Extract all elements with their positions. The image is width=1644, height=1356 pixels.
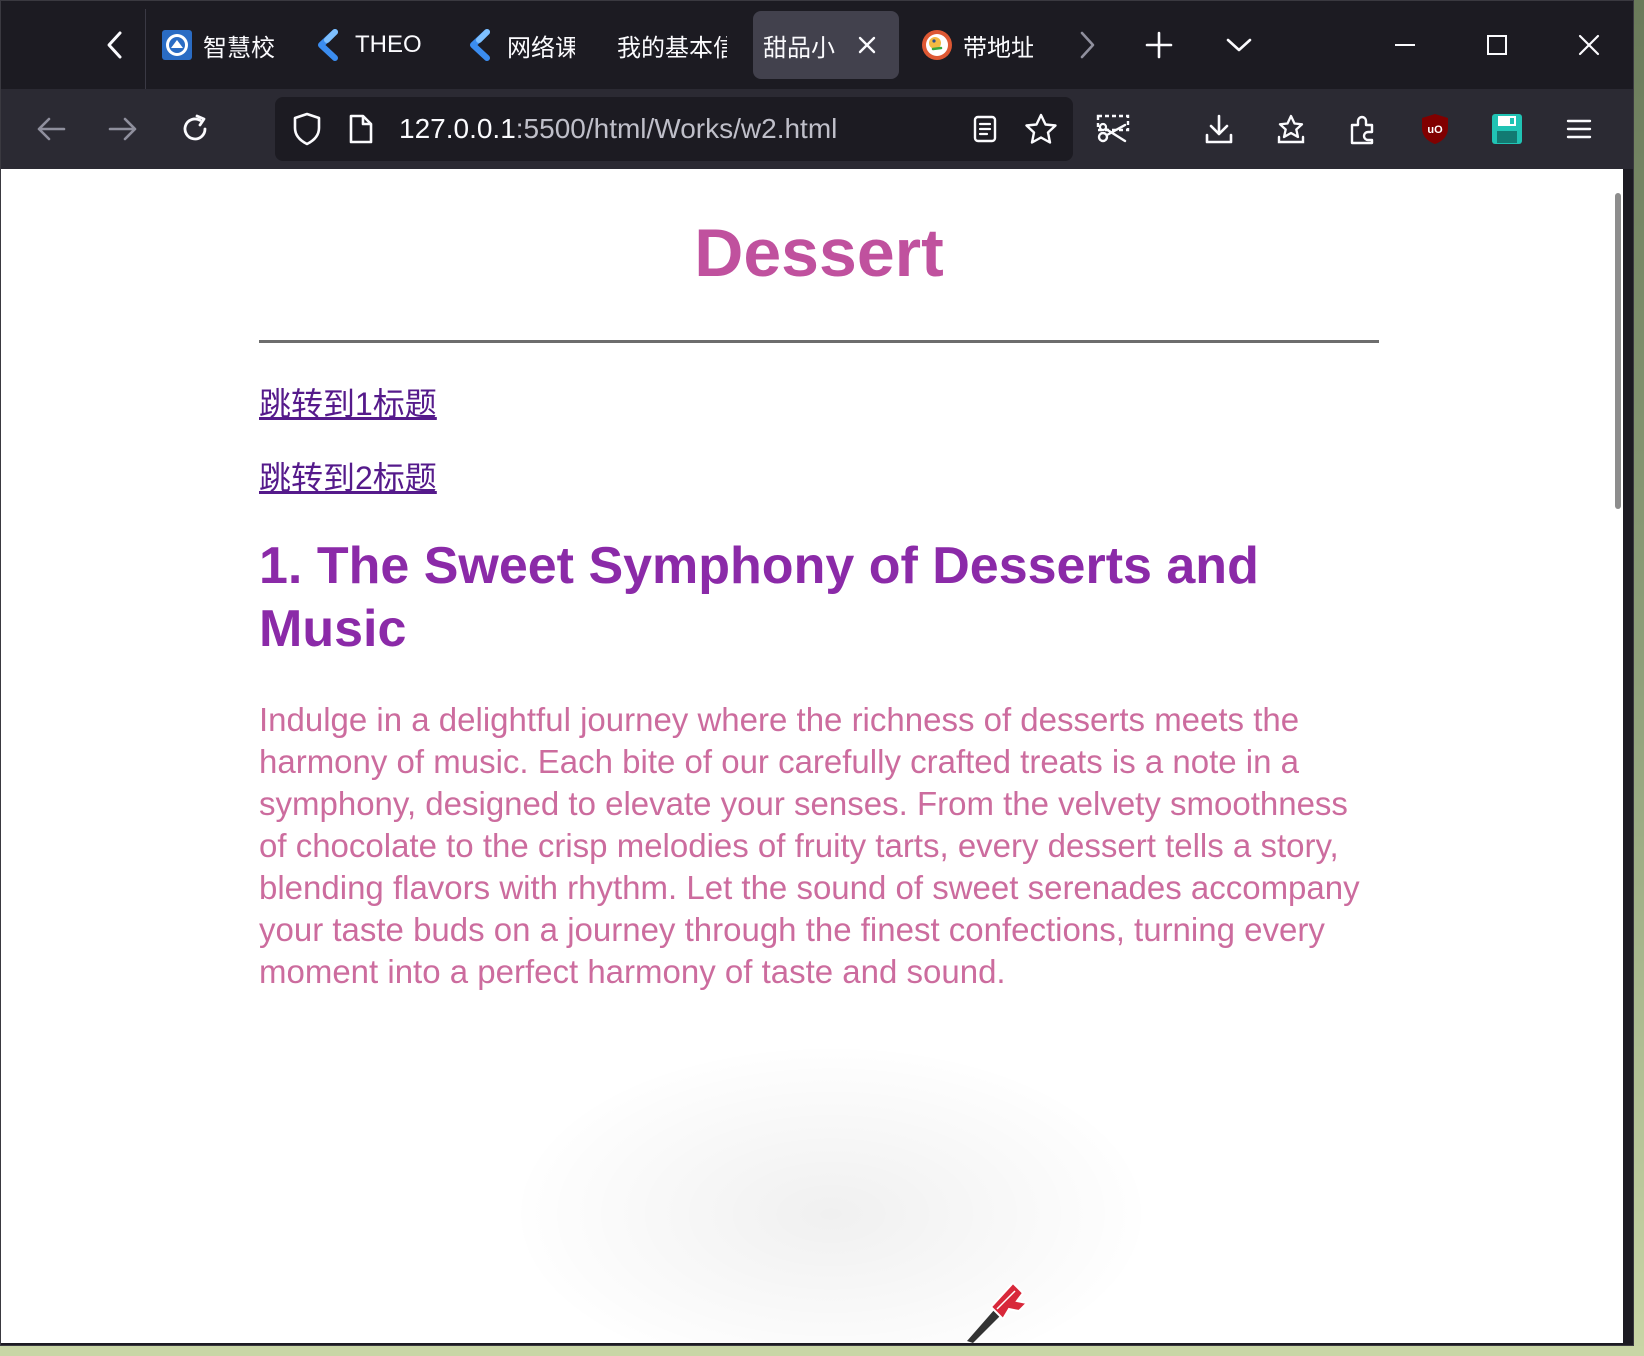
reader-view-icon[interactable] <box>965 109 1005 149</box>
page-title: Dessert <box>694 215 944 291</box>
floppy-disk-icon <box>1492 114 1522 144</box>
minimize-icon <box>1395 44 1415 46</box>
tab-1[interactable]: 智慧校 <box>151 11 286 79</box>
extensions-button[interactable] <box>1335 101 1391 157</box>
page-viewport: Dessert 跳转到1标题 跳转到2标题 1. The Sweet Symph… <box>1 169 1623 1343</box>
close-icon <box>1578 34 1600 56</box>
bookmark-star-icon[interactable] <box>1021 109 1061 149</box>
svg-text:uO: uO <box>1427 124 1443 136</box>
desktop-background-strip <box>0 1346 1644 1356</box>
tab-2[interactable]: THEO <box>303 11 433 79</box>
maximize-button[interactable] <box>1469 17 1525 73</box>
shield-icon[interactable] <box>287 109 327 149</box>
tab-title: 带地址 <box>963 34 1033 62</box>
save-extension-button[interactable] <box>1479 101 1535 157</box>
chevron-right-icon <box>1080 31 1095 59</box>
jump-to-heading-1-link[interactable]: 跳转到1标题 <box>259 379 437 425</box>
maximize-icon <box>1487 35 1507 55</box>
desktop-background-edge <box>1634 0 1644 1356</box>
tab-4[interactable]: 我的基本信 <box>607 11 737 79</box>
puzzle-piece-icon <box>1350 115 1374 145</box>
university-logo-icon <box>161 29 193 61</box>
tab-strip: 智慧校 THEO 网络课 我的基本信 甜品小 带地址 <box>1 1 1633 89</box>
faded-background-image <box>521 1049 1141 1343</box>
close-tab-button[interactable] <box>857 35 877 55</box>
ublock-origin-icon: uO <box>1422 114 1448 144</box>
page-icon[interactable] <box>341 109 381 149</box>
app-menu-button[interactable] <box>1551 101 1607 157</box>
tab-scroll-left-button[interactable] <box>87 17 143 73</box>
url-host: 127.0.0.1 <box>399 113 516 144</box>
chevron-down-icon <box>1226 38 1252 52</box>
download-icon <box>1205 114 1233 144</box>
arrow-right-icon <box>108 117 137 141</box>
minimize-button[interactable] <box>1377 17 1433 73</box>
url-bar[interactable]: 127.0.0.1:5500/html/Works/w2.html <box>275 97 1073 161</box>
tab-6[interactable]: 带地址 <box>911 11 1051 79</box>
duckduckgo-icon <box>921 29 953 61</box>
chevron-left-icon <box>107 31 122 59</box>
guitar-headstock-icon <box>967 1281 1030 1343</box>
bookmarks-menu-button[interactable] <box>1263 101 1319 157</box>
hamburger-menu-icon <box>1566 119 1592 139</box>
tab-3[interactable]: 网络课 <box>455 11 585 79</box>
screenshot-scissors-icon <box>1096 114 1130 143</box>
close-icon <box>858 36 876 54</box>
section-paragraph: Indulge in a delightful journey where th… <box>259 701 1360 990</box>
screenshot-button[interactable] <box>1085 101 1141 157</box>
tab-title: 智慧校 <box>203 34 275 62</box>
tab-scroll-right-button[interactable] <box>1059 17 1115 73</box>
back-button[interactable] <box>23 101 79 157</box>
url-text[interactable]: 127.0.0.1:5500/html/Works/w2.html <box>399 97 837 161</box>
horizontal-rule <box>259 340 1379 343</box>
list-all-tabs-button[interactable] <box>1211 17 1267 73</box>
plus-icon <box>1145 31 1173 59</box>
arrow-left-icon <box>37 117 66 141</box>
navigation-toolbar: 127.0.0.1:5500/html/Works/w2.html uO <box>1 89 1633 169</box>
tab-title: 甜品小 <box>763 34 835 62</box>
tab-5-active[interactable]: 甜品小 <box>753 11 899 79</box>
ublock-origin-button[interactable]: uO <box>1407 101 1463 157</box>
jump-to-heading-2-link[interactable]: 跳转到2标题 <box>259 453 437 499</box>
downloads-button[interactable] <box>1191 101 1247 157</box>
blue-chevron-logo-icon <box>313 29 345 61</box>
tab-title: 我的基本信 <box>617 34 727 62</box>
tab-title: 网络课 <box>507 34 575 62</box>
reload-icon <box>183 114 207 141</box>
tab-divider <box>145 9 146 89</box>
star-tray-icon <box>1277 114 1305 144</box>
new-tab-button[interactable] <box>1131 17 1187 73</box>
section-heading: 1. The Sweet Symphony of Desserts and Mu… <box>259 537 1259 658</box>
blue-chevron-logo-icon <box>465 29 497 61</box>
browser-window: 智慧校 THEO 网络课 我的基本信 甜品小 带地址 127.0.0.1:550… <box>0 0 1634 1346</box>
reload-button[interactable] <box>167 101 223 157</box>
close-window-button[interactable] <box>1561 17 1617 73</box>
forward-button[interactable] <box>95 101 151 157</box>
tab-title: THEO <box>355 31 422 58</box>
vertical-scrollbar-thumb[interactable] <box>1615 193 1621 509</box>
url-path: :5500/html/Works/w2.html <box>515 113 838 144</box>
